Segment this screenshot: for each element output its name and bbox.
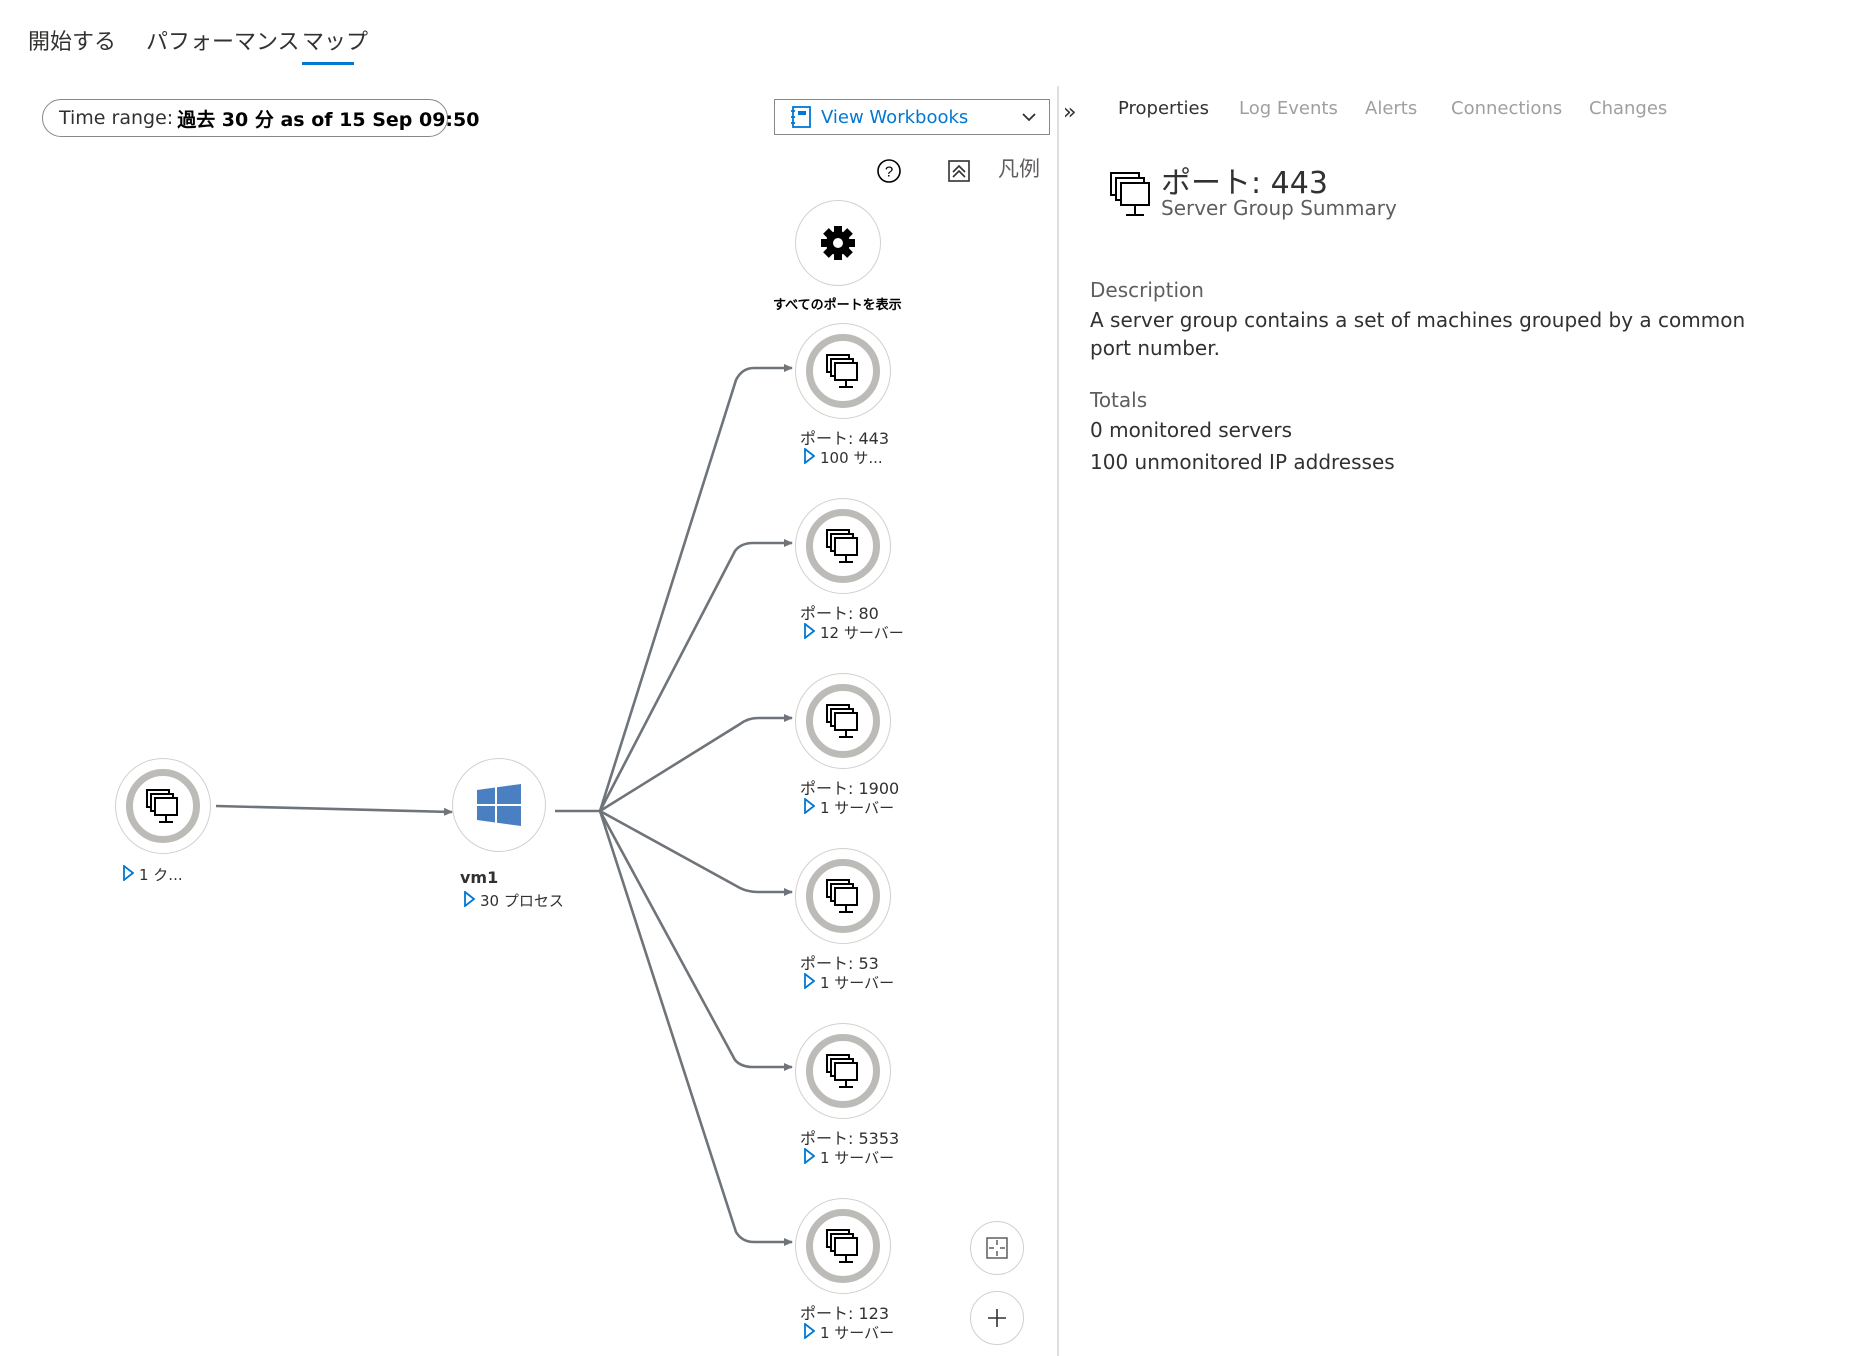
- fit-to-screen-icon: [985, 1236, 1009, 1260]
- tab-changes[interactable]: Changes: [1589, 98, 1667, 119]
- port-servers-expand[interactable]: 12 サーバー: [803, 621, 904, 643]
- port-servers-label: 1 サーバー: [820, 1149, 895, 1167]
- show-all-ports-button[interactable]: [795, 200, 881, 286]
- fit-to-screen-button[interactable]: [970, 1221, 1024, 1275]
- port-servers-label: 1 サーバー: [820, 1324, 895, 1342]
- node-ring: [806, 1034, 880, 1108]
- port-servers-expand[interactable]: 1 サーバー: [803, 1321, 895, 1343]
- node-ring: [806, 684, 880, 758]
- server-group-icon: [824, 1052, 862, 1090]
- port-title: ポート: 123: [800, 1304, 890, 1323]
- node-ring: [126, 769, 200, 843]
- port-servers-expand[interactable]: 1 サーバー: [803, 971, 895, 993]
- port-node-80[interactable]: [795, 498, 891, 594]
- tab-log-events[interactable]: Log Events: [1239, 98, 1338, 119]
- port-servers-expand[interactable]: 1 サーバー: [803, 1146, 895, 1168]
- server-group-icon: [824, 1227, 862, 1265]
- unmonitored-ips: 100 unmonitored IP addresses: [1090, 450, 1395, 474]
- expand-triangle-icon: [803, 446, 816, 468]
- vm-node[interactable]: [452, 758, 546, 852]
- node-ring: [806, 1209, 880, 1283]
- vm-processes-label: 30 プロセス: [480, 892, 564, 910]
- show-all-ports-label: すべてのポートを表示: [773, 298, 902, 313]
- node-ring: [806, 334, 880, 408]
- port-servers-label: 100 サ...: [820, 449, 883, 467]
- monitored-servers: 0 monitored servers: [1090, 418, 1292, 442]
- port-node-53[interactable]: [795, 848, 891, 944]
- description-heading: Description: [1090, 278, 1204, 302]
- tab-connections[interactable]: Connections: [1451, 98, 1562, 119]
- port-node-123[interactable]: [795, 1198, 891, 1294]
- client-group-label: 1 ク...: [139, 866, 183, 884]
- port-servers-expand[interactable]: 1 サーバー: [803, 796, 895, 818]
- gear-icon: [819, 224, 857, 262]
- panel-subtitle: Server Group Summary: [1161, 196, 1397, 220]
- port-node-1900[interactable]: [795, 673, 891, 769]
- server-group-icon: [824, 702, 862, 740]
- node-ring: [806, 509, 880, 583]
- expand-triangle-icon: [803, 621, 816, 643]
- server-group-icon: [824, 527, 862, 565]
- expand-triangle-icon: [122, 863, 135, 885]
- port-servers-label: 12 サーバー: [820, 624, 904, 642]
- windows-icon: [477, 784, 521, 826]
- description-text: A server group contains a set of machine…: [1090, 308, 1746, 360]
- connection-edges: [215, 364, 793, 1246]
- node-ring: [806, 859, 880, 933]
- server-group-icon: [824, 877, 862, 915]
- client-group-node[interactable]: [115, 758, 211, 854]
- tab-properties[interactable]: Properties: [1118, 98, 1209, 119]
- server-group-icon: [144, 787, 182, 825]
- zoom-in-button[interactable]: [970, 1291, 1024, 1345]
- panel-divider: [1057, 86, 1059, 1356]
- expand-triangle-icon: [803, 1146, 816, 1168]
- expand-triangle-icon: [463, 889, 476, 911]
- plus-icon: [985, 1306, 1009, 1330]
- tab-alerts[interactable]: Alerts: [1365, 98, 1417, 119]
- server-group-icon: [1108, 170, 1156, 226]
- port-title: ポート: 1900: [800, 779, 900, 798]
- collapse-panel-button[interactable]: »: [1063, 100, 1076, 125]
- port-node-5353[interactable]: [795, 1023, 891, 1119]
- server-group-icon: [824, 352, 862, 390]
- port-title: ポート: 53: [800, 954, 879, 973]
- port-servers-expand[interactable]: 100 サ...: [803, 446, 883, 468]
- vm-title: vm1: [460, 868, 499, 887]
- expand-triangle-icon: [803, 796, 816, 818]
- totals-heading: Totals: [1090, 388, 1148, 412]
- port-node-443[interactable]: [795, 323, 891, 419]
- vm-processes-expand[interactable]: 30 プロセス: [463, 889, 564, 911]
- port-servers-label: 1 サーバー: [820, 974, 895, 992]
- expand-triangle-icon: [803, 971, 816, 993]
- port-title: ポート: 80: [800, 604, 879, 623]
- port-servers-label: 1 サーバー: [820, 799, 895, 817]
- expand-triangle-icon: [803, 1321, 816, 1343]
- port-title: ポート: 5353: [800, 1129, 900, 1148]
- client-group-expand[interactable]: 1 ク...: [122, 863, 183, 885]
- port-title: ポート: 443: [800, 429, 890, 448]
